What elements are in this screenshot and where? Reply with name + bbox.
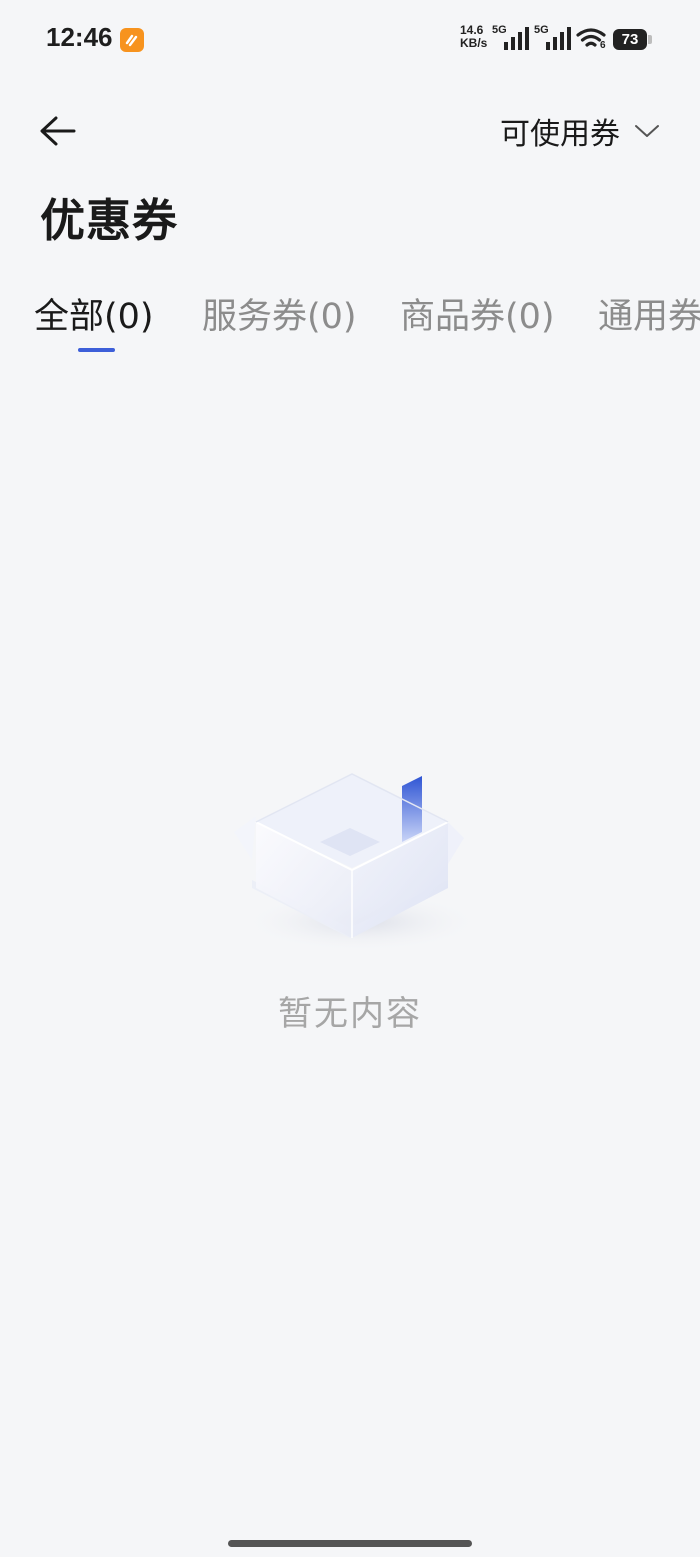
battery-cap: [648, 35, 652, 44]
battery-level: 73: [613, 29, 647, 50]
network-speed: 14.6 KB/s: [460, 24, 487, 50]
app-notification-icon: [120, 28, 144, 52]
tab-general-coupons[interactable]: 通用券: [598, 288, 700, 339]
coupon-filter-label: 可使用券: [500, 117, 620, 152]
home-indicator[interactable]: [228, 1540, 472, 1547]
status-bar: 12:46 14.6 KB/s 5G 5G 6 73: [0, 0, 700, 80]
network-speed-unit: KB/s: [460, 36, 488, 50]
empty-state-message: 暂无内容: [278, 994, 422, 1034]
page-title: 优惠券: [40, 194, 179, 247]
coupon-filter-dropdown[interactable]: 可使用券: [500, 108, 660, 154]
tab-all[interactable]: 全部(0): [34, 288, 154, 339]
wifi-indicator: 6: [576, 28, 608, 54]
arrow-left-icon: [40, 116, 76, 146]
tab-service-coupons[interactable]: 服务券(0): [202, 288, 357, 339]
coupon-tab-bar: 全部(0) 服务券(0) 商品券(0) 通用券: [0, 280, 700, 360]
tab-product-coupons[interactable]: 商品券(0): [400, 288, 555, 339]
wifi-label: 6: [600, 40, 606, 51]
active-tab-indicator: [78, 348, 115, 352]
back-button[interactable]: [36, 110, 80, 154]
empty-box-icon: [222, 760, 482, 960]
chevron-down-icon: [635, 125, 659, 137]
status-time: 12:46: [46, 22, 113, 52]
